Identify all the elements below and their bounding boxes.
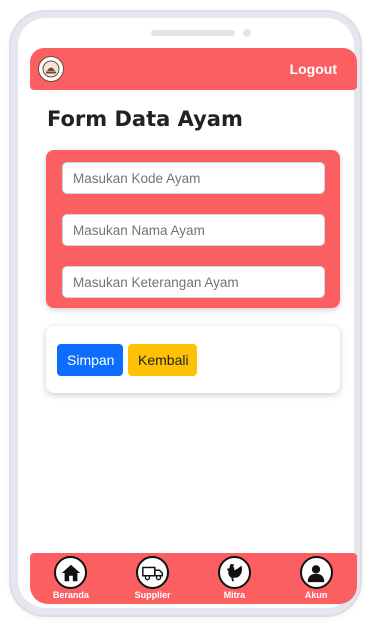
truck-icon (136, 556, 170, 589)
nav-item-akun[interactable]: Akun (281, 556, 351, 600)
bottom-navigation: Beranda Supplier Mitra Akun (30, 553, 357, 604)
nav-label: Akun (304, 590, 328, 600)
nav-label: Supplier (134, 590, 171, 600)
nav-label: Beranda (52, 590, 89, 600)
phone-camera (243, 29, 251, 37)
nama-ayam-input[interactable] (62, 214, 325, 246)
nav-item-mitra[interactable]: Mitra (199, 556, 269, 600)
user-icon (299, 556, 333, 589)
top-navbar: Logout (30, 48, 357, 90)
app-logo-icon (38, 56, 64, 82)
phone-speaker (151, 30, 235, 36)
home-icon (54, 556, 88, 589)
chicken-data-form (46, 150, 340, 308)
nav-item-supplier[interactable]: Supplier (118, 556, 188, 600)
save-button[interactable]: Simpan (57, 344, 123, 376)
action-card: Simpan Kembali (46, 326, 340, 393)
logout-link[interactable]: Logout (290, 61, 337, 77)
nav-label: Mitra (223, 590, 246, 600)
kode-ayam-input[interactable] (62, 162, 325, 194)
nav-item-beranda[interactable]: Beranda (36, 556, 106, 600)
keterangan-ayam-input[interactable] (62, 266, 325, 298)
rooster-icon (217, 556, 251, 589)
page-title: Form Data Ayam (47, 107, 243, 131)
back-button[interactable]: Kembali (128, 344, 197, 376)
